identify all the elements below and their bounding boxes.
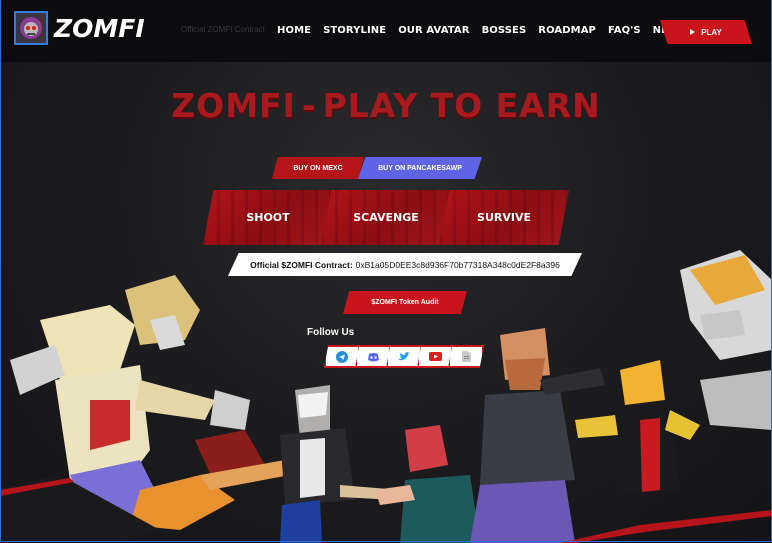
logo-text: ZOMFI (54, 13, 145, 43)
contract-label: Official $ZOMFI Contract: (250, 259, 353, 270)
social-links (324, 345, 484, 368)
buy-on-pancakeswap-button[interactable]: BUY ON PANCAKESAWP (358, 157, 482, 179)
main-nav: HOME STORYLINE OUR AVATAR BOSSES ROADMAP… (277, 25, 699, 36)
scavenge-panel[interactable]: SCAVENGE (321, 190, 451, 245)
play-icon (690, 29, 696, 35)
nav-home[interactable]: HOME (277, 25, 311, 36)
hero-title: ZOMFI - PLAY TO EARN (0, 86, 772, 125)
nav-roadmap[interactable]: ROADMAP (538, 25, 596, 36)
logo[interactable]: ZOMFI (14, 11, 145, 45)
scavenge-label: SCAVENGE (353, 211, 419, 224)
character-robot (680, 250, 772, 430)
follow-us-label: Follow Us (307, 327, 355, 338)
play-label: PLAY (701, 27, 722, 37)
discord-icon[interactable] (355, 345, 391, 368)
shoot-label: SHOOT (246, 211, 290, 224)
youtube-icon[interactable] (417, 345, 453, 368)
zombie-logo-icon (14, 11, 48, 45)
contract-address: 0xB1a05D0EE3c8d936F70b77318A348c0dE2F8a3… (355, 259, 560, 270)
nav-faqs[interactable]: FAQ'S (608, 25, 641, 36)
telegram-icon[interactable] (324, 345, 360, 368)
hero-title-brand: ZOMFI (171, 86, 296, 125)
twitter-icon[interactable] (386, 345, 422, 368)
red-floor-stripes (0, 475, 772, 543)
token-audit-button[interactable]: $ZOMFI Token Audit (343, 291, 467, 314)
hero-title-tagline: PLAY TO EARN (322, 86, 601, 125)
survive-label: SURVIVE (477, 211, 531, 224)
page: ZOMFI Official ZOMFI Contract HOME STORY… (0, 0, 772, 543)
document-icon[interactable] (448, 345, 484, 368)
play-button[interactable]: PLAY (660, 20, 752, 44)
buy-on-mexc-button[interactable]: BUY ON MEXC (272, 157, 364, 179)
nav-our-avatar[interactable]: OUR AVATAR (398, 25, 469, 36)
header-tagline: Official ZOMFI Contract (181, 25, 265, 34)
nav-bosses[interactable]: BOSSES (482, 25, 527, 36)
hero-title-dash: - (301, 86, 317, 125)
top-header: ZOMFI Official ZOMFI Contract HOME STORY… (0, 0, 772, 62)
shoot-panel[interactable]: SHOOT (203, 190, 333, 245)
contract-address-bar[interactable]: Official $ZOMFI Contract: 0xB1a05D0EE3c8… (228, 253, 582, 276)
nav-storyline[interactable]: STORYLINE (323, 25, 386, 36)
survive-panel[interactable]: SURVIVE (439, 190, 569, 245)
